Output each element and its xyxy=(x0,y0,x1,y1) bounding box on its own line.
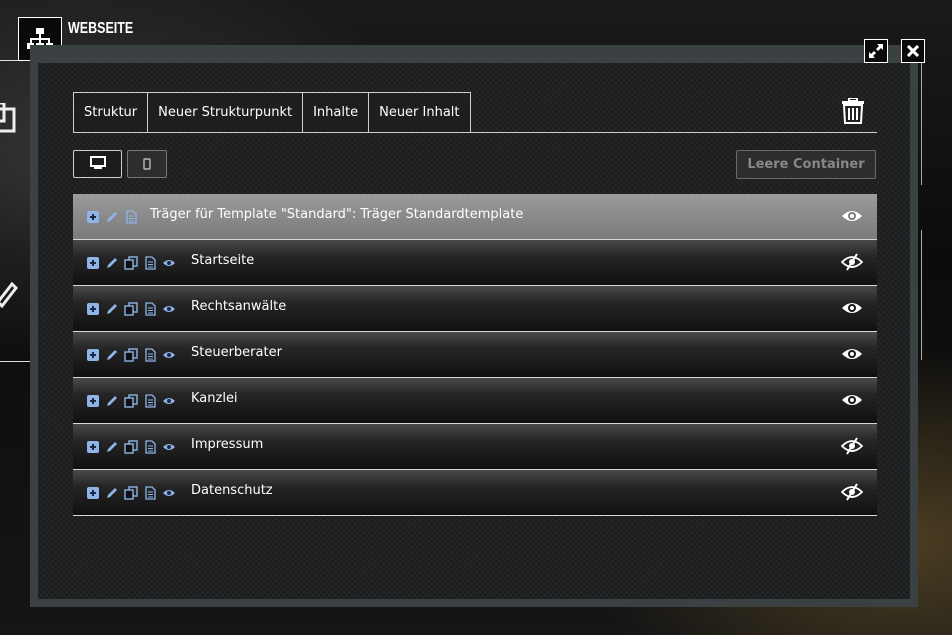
preview-eye-icon[interactable] xyxy=(162,439,176,453)
preview-eye-icon[interactable] xyxy=(162,347,176,361)
edit-icon[interactable] xyxy=(105,485,119,499)
preview-eye-icon[interactable] xyxy=(162,393,176,407)
tree-item-label: Impressum xyxy=(191,437,264,452)
document-icon[interactable] xyxy=(143,439,157,454)
add-icon[interactable] xyxy=(86,393,100,407)
document-icon[interactable] xyxy=(124,209,138,224)
tree-item-impressum[interactable]: Impressum xyxy=(73,424,877,470)
document-icon[interactable] xyxy=(143,255,157,270)
copy-icon[interactable] xyxy=(124,255,138,270)
preview-eye-icon[interactable] xyxy=(162,485,176,499)
background-divider xyxy=(921,60,922,185)
tab-neuer-strukturpunkt[interactable]: Neuer Strukturpunkt xyxy=(147,92,304,132)
tab-bar: Struktur Neuer Strukturpunkt Inhalte Neu… xyxy=(73,92,877,133)
edit-icon[interactable] xyxy=(105,439,119,453)
eye-slash-icon[interactable] xyxy=(840,483,864,501)
copy-icon[interactable] xyxy=(124,439,138,454)
mobile-icon xyxy=(143,155,151,174)
document-icon[interactable] xyxy=(143,301,157,316)
background-divider xyxy=(921,230,922,360)
tree-item-label: Startseite xyxy=(191,253,255,268)
edit-icon[interactable] xyxy=(105,209,119,223)
edit-icon xyxy=(0,276,20,309)
tree-item-label: Datenschutz xyxy=(191,483,273,498)
document-icon[interactable] xyxy=(143,393,157,408)
preview-eye-icon[interactable] xyxy=(162,301,176,315)
eye-icon[interactable] xyxy=(841,299,863,317)
tree-item-label: Steuerberater xyxy=(191,345,282,360)
tree-item-datenschutz[interactable]: Datenschutz xyxy=(73,470,877,516)
eye-icon[interactable] xyxy=(841,391,863,409)
add-icon[interactable] xyxy=(86,209,100,223)
desktop-icon xyxy=(89,155,106,174)
document-icon[interactable] xyxy=(143,347,157,362)
tree-item-startseite[interactable]: Startseite xyxy=(73,240,877,286)
app-title: WEBSEITE xyxy=(68,20,134,37)
trash-icon[interactable] xyxy=(841,97,865,124)
mobile-view-button[interactable] xyxy=(127,150,167,178)
tab-struktur[interactable]: Struktur xyxy=(73,92,149,132)
background-side-panel xyxy=(0,60,30,362)
eye-slash-icon[interactable] xyxy=(840,253,864,271)
tree-item-steuerberater[interactable]: Steuerberater xyxy=(73,332,877,378)
add-icon[interactable] xyxy=(86,485,100,499)
add-icon[interactable] xyxy=(86,255,100,269)
tree-item-label: Rechtsanwälte xyxy=(191,299,287,314)
tree-item-rechtsanwaelte[interactable]: Rechtsanwälte xyxy=(73,286,877,332)
tree-item-kanzlei[interactable]: Kanzlei xyxy=(73,378,877,424)
eye-slash-icon[interactable] xyxy=(840,437,864,455)
tab-inhalte[interactable]: Inhalte xyxy=(302,92,370,132)
tree-item-label: Kanzlei xyxy=(191,391,238,406)
copy-icon[interactable] xyxy=(124,301,138,316)
add-icon[interactable] xyxy=(86,301,100,315)
eye-icon[interactable] xyxy=(841,345,863,363)
copy-icon[interactable] xyxy=(124,347,138,362)
eye-icon[interactable] xyxy=(841,207,863,225)
add-icon[interactable] xyxy=(86,439,100,453)
desktop-view-button[interactable] xyxy=(73,150,122,178)
structure-tree: Träger für Template "Standard": Träger S… xyxy=(73,194,877,516)
template-row[interactable]: Träger für Template "Standard": Träger S… xyxy=(73,194,877,240)
edit-icon[interactable] xyxy=(105,393,119,407)
edit-icon[interactable] xyxy=(105,255,119,269)
copy-icon xyxy=(0,101,20,133)
tab-neuer-inhalt[interactable]: Neuer Inhalt xyxy=(368,92,471,132)
preview-eye-icon[interactable] xyxy=(162,255,176,269)
template-row-label: Träger für Template "Standard": Träger S… xyxy=(150,207,524,222)
edit-icon[interactable] xyxy=(105,347,119,361)
close-icon[interactable] xyxy=(901,39,925,63)
expand-icon[interactable] xyxy=(864,39,888,63)
copy-icon[interactable] xyxy=(124,485,138,500)
copy-icon[interactable] xyxy=(124,393,138,408)
empty-container-button[interactable]: Leere Container xyxy=(736,150,876,179)
edit-icon[interactable] xyxy=(105,301,119,315)
document-icon[interactable] xyxy=(143,485,157,500)
add-icon[interactable] xyxy=(86,347,100,361)
